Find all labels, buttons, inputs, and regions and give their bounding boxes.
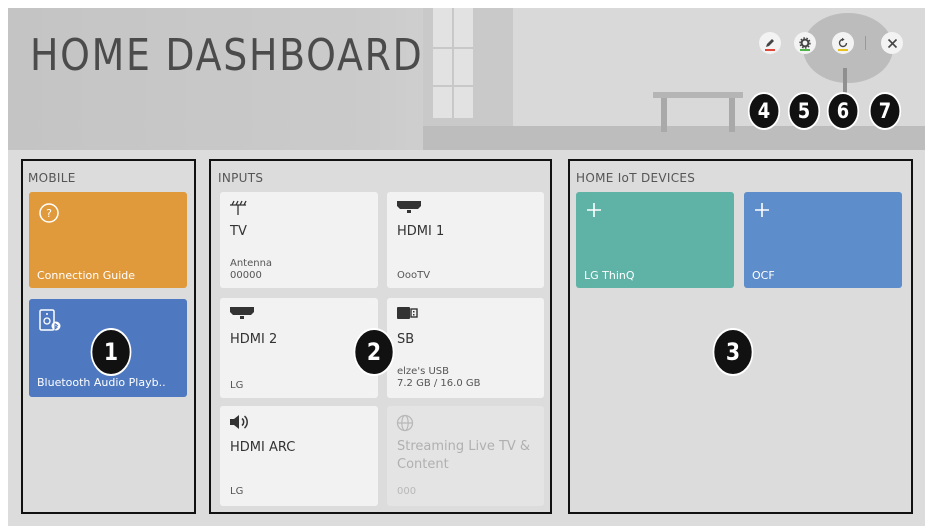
callout-7: 7 [868,92,902,130]
usb-icon [397,307,418,319]
input-name: HDMI 2 [230,332,278,347]
red-key-indicator [765,49,775,51]
background-image [423,8,925,150]
page-title: HOME DASHBOARD [30,30,424,81]
input-device: 000 [397,486,417,497]
plus-icon [587,203,601,217]
input-card-usb[interactable]: SB elze's USB 7.2 GB / 16.0 GB [387,298,544,398]
input-source: Antenna [230,258,273,269]
mobile-section-title: MOBILE [28,171,76,185]
yellow-key-indicator [838,49,848,51]
input-card-hdmi-arc[interactable]: HDMI ARC LG [220,406,378,506]
iot-section-title: HOME IoT DEVICES [576,171,696,185]
tile-label: LG ThinQ [584,269,635,282]
speaker-bluetooth-icon [39,309,61,331]
input-name: HDMI ARC [230,440,296,455]
connection-guide-tile[interactable]: ? Connection Guide [29,192,187,288]
living-room-background [423,8,925,150]
svg-text:?: ? [46,207,52,220]
input-device: LG [230,380,244,391]
inputs-section-title: INPUTS [218,171,264,185]
tile-label: OCF [752,269,775,282]
close-icon [887,38,897,48]
input-name: TV [230,224,247,239]
input-device: elze's USB [397,366,449,377]
callout-1: 1 [90,328,132,376]
speaker-icon [230,415,248,429]
refresh-icon [838,37,848,48]
dashboard-screen: HOME DASHBOARD 4 5 6 7 MOBILE ? Connecti… [8,8,925,526]
input-card-tv[interactable]: TV Antenna 00000 [220,192,378,288]
input-name: HDMI 1 [397,224,445,239]
header: HOME DASHBOARD 4 5 6 7 [8,8,925,150]
refresh-button[interactable] [832,32,854,54]
input-device: OooTV [397,270,431,281]
help-circle-icon: ? [39,203,59,223]
input-storage: 7.2 GB / 16.0 GB [397,378,481,389]
settings-button[interactable] [794,32,816,54]
edit-button[interactable] [759,32,781,54]
callout-3: 3 [712,328,754,376]
antenna-icon [230,200,247,215]
plus-icon [755,203,769,217]
close-button[interactable] [881,32,903,54]
lg-thinq-tile[interactable]: LG ThinQ [576,192,734,288]
input-card-hdmi-1[interactable]: HDMI 1 OooTV [387,192,544,288]
hdmi-icon [230,307,254,319]
green-key-indicator [800,49,810,51]
input-name: SB [397,332,415,347]
callout-4: 4 [747,92,781,130]
hdmi-icon [397,201,421,213]
ocf-tile[interactable]: OCF [744,192,902,288]
header-divider [865,36,866,50]
callout-5: 5 [787,92,821,130]
tile-label: Connection Guide [37,269,136,282]
gear-icon [799,37,811,49]
input-name: Streaming Live TV & Content [397,439,531,472]
globe-icon [396,414,414,432]
input-device: LG [230,486,244,497]
callout-2: 2 [353,328,395,376]
edit-icon [766,39,774,47]
input-card-streaming[interactable]: Streaming Live TV & Content 000 [387,406,544,506]
tile-label: Bluetooth Audio Playb.. [37,376,166,389]
input-channel: 00000 [230,270,262,281]
callout-6: 6 [826,92,860,130]
